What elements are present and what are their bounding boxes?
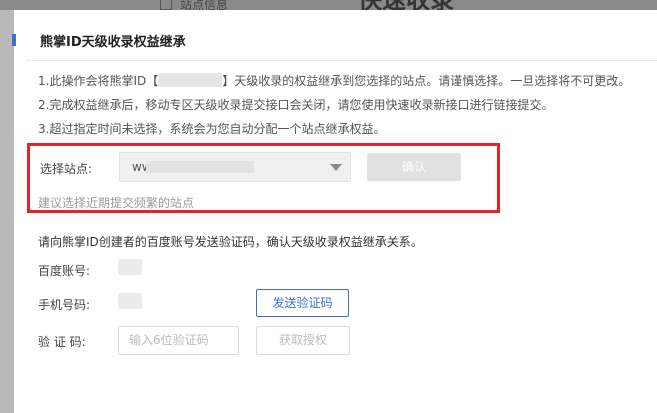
title-accent-bar bbox=[12, 34, 16, 46]
background-nav-label: 站点信息 bbox=[180, 0, 229, 12]
redacted-phone bbox=[118, 293, 142, 309]
redacted-account bbox=[118, 259, 142, 275]
site-select[interactable]: ww bbox=[119, 152, 351, 182]
chevron-down-icon bbox=[330, 164, 342, 171]
get-authorization-button[interactable]: 获取授权 bbox=[256, 326, 350, 355]
notice-list: 1.此操作会将熊掌ID【 】天级收录的权益继承到您选择的站点。请谨慎选择。一旦选择… bbox=[38, 73, 630, 145]
site-select-label: 选择站点: bbox=[40, 162, 93, 176]
redacted-site bbox=[146, 161, 254, 173]
notice-item: 2.完成权益继承后，移动专区天级收录提交接口会关闭，请您使用快速收录新接口进行链… bbox=[38, 98, 554, 112]
notice-item: 3.超过指定时间未选择，系统会为您自动分配一个站点继承权益。 bbox=[38, 122, 386, 136]
title-divider bbox=[26, 60, 657, 61]
notice-text: 】天级收录的权益继承到您选择的站点。请谨慎选择。一旦选择将不可更改。 bbox=[222, 74, 631, 88]
notice-text: 1.此操作会将熊掌ID【 bbox=[38, 74, 159, 88]
confirm-button[interactable]: 确认 bbox=[367, 153, 461, 181]
verification-code-input[interactable]: 输入6位验证码 bbox=[118, 326, 239, 355]
code-label: 验 证 码: bbox=[38, 335, 86, 349]
notice-item: 1.此操作会将熊掌ID【 】天级收录的权益继承到您选择的站点。请谨慎选择。一旦选择… bbox=[38, 73, 630, 97]
verify-tip: 请向熊掌ID创建者的百度账号发送验证码，确认天级收录权益继承关系。 bbox=[38, 235, 423, 249]
background-nav: 站点信息 bbox=[160, 0, 229, 12]
send-code-button[interactable]: 发送验证码 bbox=[256, 289, 349, 317]
phone-label: 手机号码: bbox=[38, 298, 91, 312]
baidu-account-label: 百度账号: bbox=[38, 264, 91, 278]
modal-title: 熊掌ID天级收录权益继承 bbox=[40, 35, 186, 50]
site-select-hint: 建议选择近期提交频繁的站点 bbox=[38, 196, 195, 210]
home-icon bbox=[160, 0, 172, 10]
redacted-id bbox=[158, 73, 223, 87]
background-heading: 快速收录 bbox=[358, 0, 454, 14]
